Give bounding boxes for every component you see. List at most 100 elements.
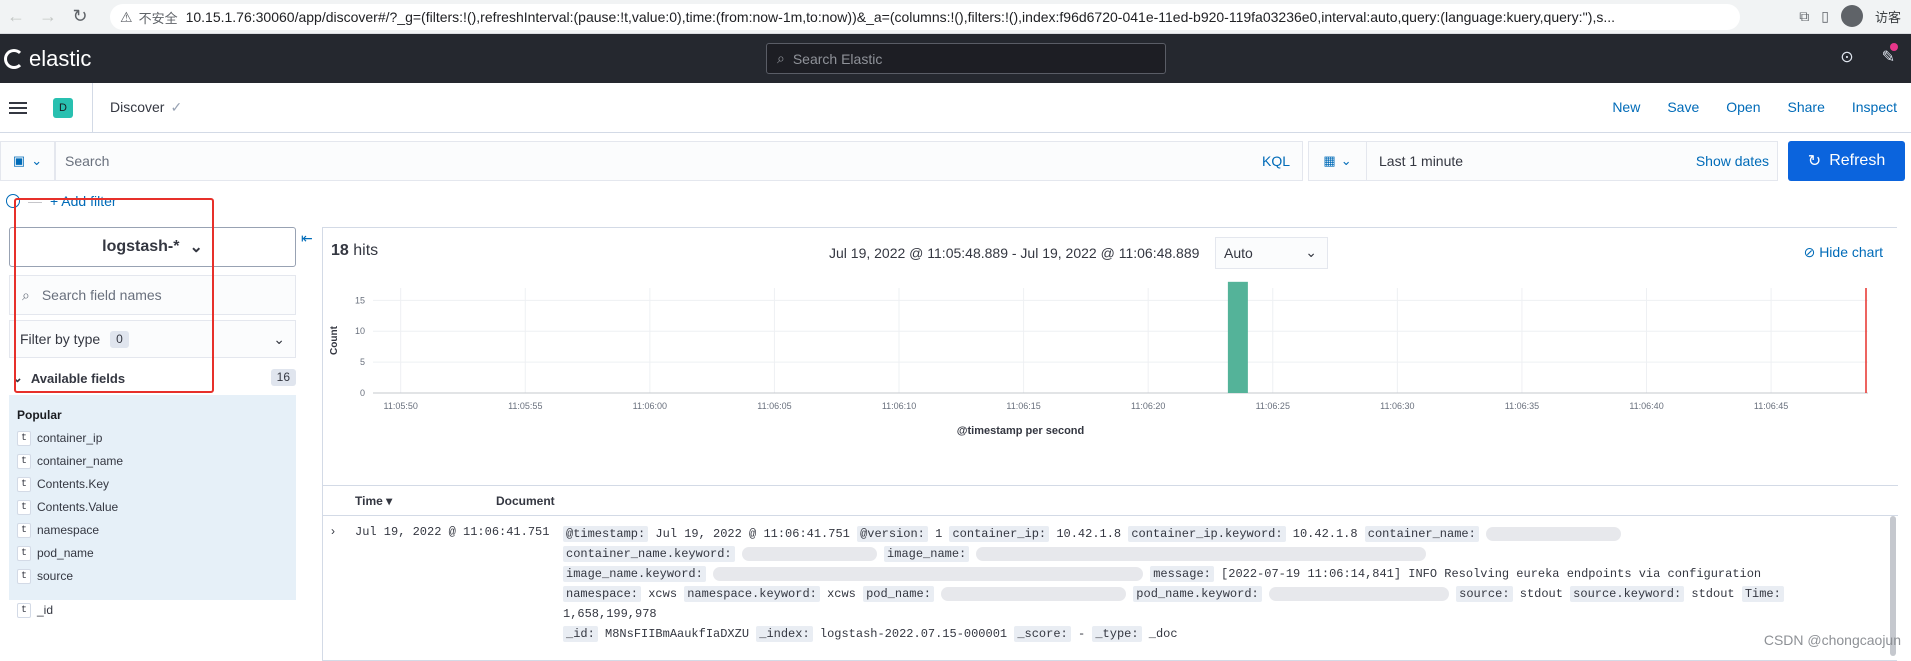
- collapse-sidebar-icon[interactable]: ⇤: [301, 230, 313, 247]
- newsfeed-icon[interactable]: ✎: [1882, 43, 1898, 67]
- histogram-bar: [1227, 281, 1248, 393]
- hits-count: 18: [331, 242, 349, 259]
- string-type-icon: t: [17, 602, 31, 618]
- profile-avatar[interactable]: [1840, 5, 1863, 27]
- col-document: Document: [496, 493, 555, 508]
- discover-main: 18 hits Jul 19, 2022 @ 11:05:48.889 - Ju…: [322, 227, 1898, 661]
- x-tick-label: 11:06:20: [1131, 401, 1165, 411]
- hide-chart-label: Hide chart: [1819, 244, 1883, 260]
- back-icon[interactable]: ←: [0, 6, 32, 27]
- field-item[interactable]: t pod_name: [17, 543, 94, 563]
- inspect-link[interactable]: Inspect: [1852, 99, 1897, 115]
- notification-dot: [1890, 43, 1898, 51]
- field-name: pod_name: [37, 546, 94, 560]
- browser-toolbar: ← → ↻ ⚠ 不安全 10.15.1.76:30060/app/discove…: [0, 0, 1911, 34]
- guest-label[interactable]: 访客: [1875, 7, 1901, 26]
- translate-icon[interactable]: ⧉: [1799, 8, 1809, 25]
- eye-closed-icon: ⊘: [1803, 244, 1816, 260]
- hide-chart-button[interactable]: ⊘ Hide chart: [1804, 244, 1883, 261]
- help-icon[interactable]: ⊙: [1840, 47, 1853, 67]
- field-item[interactable]: t Contents.Value: [17, 497, 118, 517]
- logo-text: elastic: [29, 45, 92, 71]
- calendar-icon: ▦: [1323, 153, 1336, 168]
- field-name: Contents.Key: [37, 477, 110, 491]
- forward-icon[interactable]: →: [32, 6, 64, 27]
- redacted-value: [741, 546, 877, 561]
- field-item[interactable]: t namespace: [17, 520, 99, 540]
- divider: [92, 83, 93, 132]
- sort-down-icon: ▾: [386, 493, 393, 508]
- breadcrumb: Discover ✓: [110, 99, 182, 116]
- space-avatar[interactable]: D: [53, 97, 73, 118]
- save-icon: ▣: [12, 153, 26, 168]
- redacted-value: [941, 586, 1127, 601]
- saved-query-button[interactable]: ▣ ⌄: [0, 141, 55, 181]
- new-link[interactable]: New: [1612, 99, 1640, 115]
- elastic-logo-icon: [4, 48, 24, 69]
- elastic-logo[interactable]: elastic: [4, 46, 91, 72]
- string-type-icon: t: [17, 522, 31, 538]
- string-type-icon: t: [17, 453, 31, 469]
- global-search-input[interactable]: ⌕ Search Elastic: [766, 43, 1166, 74]
- field-item[interactable]: t Contents.Key: [17, 474, 109, 494]
- x-tick-label: 11:06:40: [1629, 401, 1663, 411]
- chevron-down-icon: ⌄: [1305, 244, 1317, 260]
- x-tick-label: 11:06:15: [1006, 401, 1040, 411]
- x-tick-label: 11:06:10: [882, 401, 916, 411]
- table-header: Time ▾ Document: [323, 486, 1898, 516]
- row-time: Jul 19, 2022 @ 11:06:41.751: [355, 525, 550, 539]
- share-link[interactable]: Share: [1788, 99, 1825, 115]
- checkmark-icon: ✓: [170, 99, 183, 115]
- time-range-label: Jul 19, 2022 @ 11:05:48.889 - Jul 19, 20…: [829, 245, 1200, 261]
- string-type-icon: t: [17, 476, 31, 492]
- hits-counter: 18 hits: [331, 242, 378, 260]
- y-tick-label: 5: [360, 357, 365, 367]
- elastic-header: elastic ⌕ Search Elastic ⊙ ✎: [0, 34, 1911, 83]
- field-name: namespace: [37, 523, 100, 537]
- string-type-icon: t: [17, 430, 31, 446]
- popular-heading: Popular: [17, 408, 62, 422]
- reload-icon[interactable]: ↻: [64, 6, 96, 27]
- field-name: container_ip: [37, 431, 103, 445]
- field-item[interactable]: t source: [17, 566, 73, 586]
- breadcrumb-discover: Discover: [110, 99, 165, 115]
- url-text: 10.15.1.76:30060/app/discover#/?_g=(filt…: [185, 9, 1616, 25]
- date-picker[interactable]: ▦ ⌄ Last 1 minute Show dates: [1308, 141, 1778, 181]
- field-item[interactable]: t container_name: [17, 451, 123, 471]
- open-link[interactable]: Open: [1726, 99, 1760, 115]
- x-tick-label: 11:06:00: [633, 401, 667, 411]
- x-tick-label: 11:06:05: [757, 401, 791, 411]
- kql-button[interactable]: KQL: [1262, 153, 1290, 169]
- interval-value: Auto: [1224, 245, 1253, 261]
- interval-select[interactable]: Auto ⌄: [1215, 237, 1328, 269]
- address-bar[interactable]: ⚠ 不安全 10.15.1.76:30060/app/discover#/?_g…: [110, 4, 1740, 30]
- x-tick-label: 11:06:25: [1256, 401, 1290, 411]
- query-input[interactable]: Search KQL: [55, 141, 1303, 181]
- global-search-placeholder: Search Elastic: [792, 50, 883, 67]
- y-axis-label: Count: [329, 325, 340, 355]
- document-fields: @timestamp: Jul 19, 2022 @ 11:06:41.751 …: [563, 524, 1883, 644]
- x-tick-label: 11:06:35: [1505, 401, 1539, 411]
- quick-menu-button[interactable]: ▦ ⌄: [1309, 142, 1367, 180]
- x-axis-label: @timestamp per second: [957, 425, 1084, 437]
- field-item[interactable]: t container_ip: [17, 428, 102, 448]
- x-tick-label: 11:05:50: [383, 401, 417, 411]
- show-dates-button[interactable]: Show dates: [1696, 153, 1769, 169]
- x-tick-label: 11:06:45: [1754, 401, 1788, 411]
- field-item[interactable]: t _id: [17, 600, 53, 620]
- string-type-icon: t: [17, 568, 31, 584]
- x-tick-label: 11:06:30: [1380, 401, 1414, 411]
- chevron-down-icon: ⌄: [31, 153, 43, 168]
- save-link[interactable]: Save: [1667, 99, 1699, 115]
- expand-row-icon[interactable]: ›: [331, 524, 335, 538]
- watermark: CSDN @chongcaojun: [1763, 632, 1901, 648]
- y-tick-label: 10: [355, 326, 365, 336]
- available-count-badge: 16: [270, 369, 296, 386]
- date-range-text[interactable]: Last 1 minute: [1379, 153, 1463, 169]
- hits-label: hits: [353, 242, 379, 259]
- refresh-button[interactable]: ↻ Refresh: [1788, 141, 1905, 181]
- insecure-label: 不安全: [138, 10, 178, 26]
- x-tick-label: 11:05:55: [508, 401, 542, 411]
- menu-icon[interactable]: [9, 99, 27, 117]
- sidebar-toggle-icon[interactable]: ▯: [1821, 8, 1829, 25]
